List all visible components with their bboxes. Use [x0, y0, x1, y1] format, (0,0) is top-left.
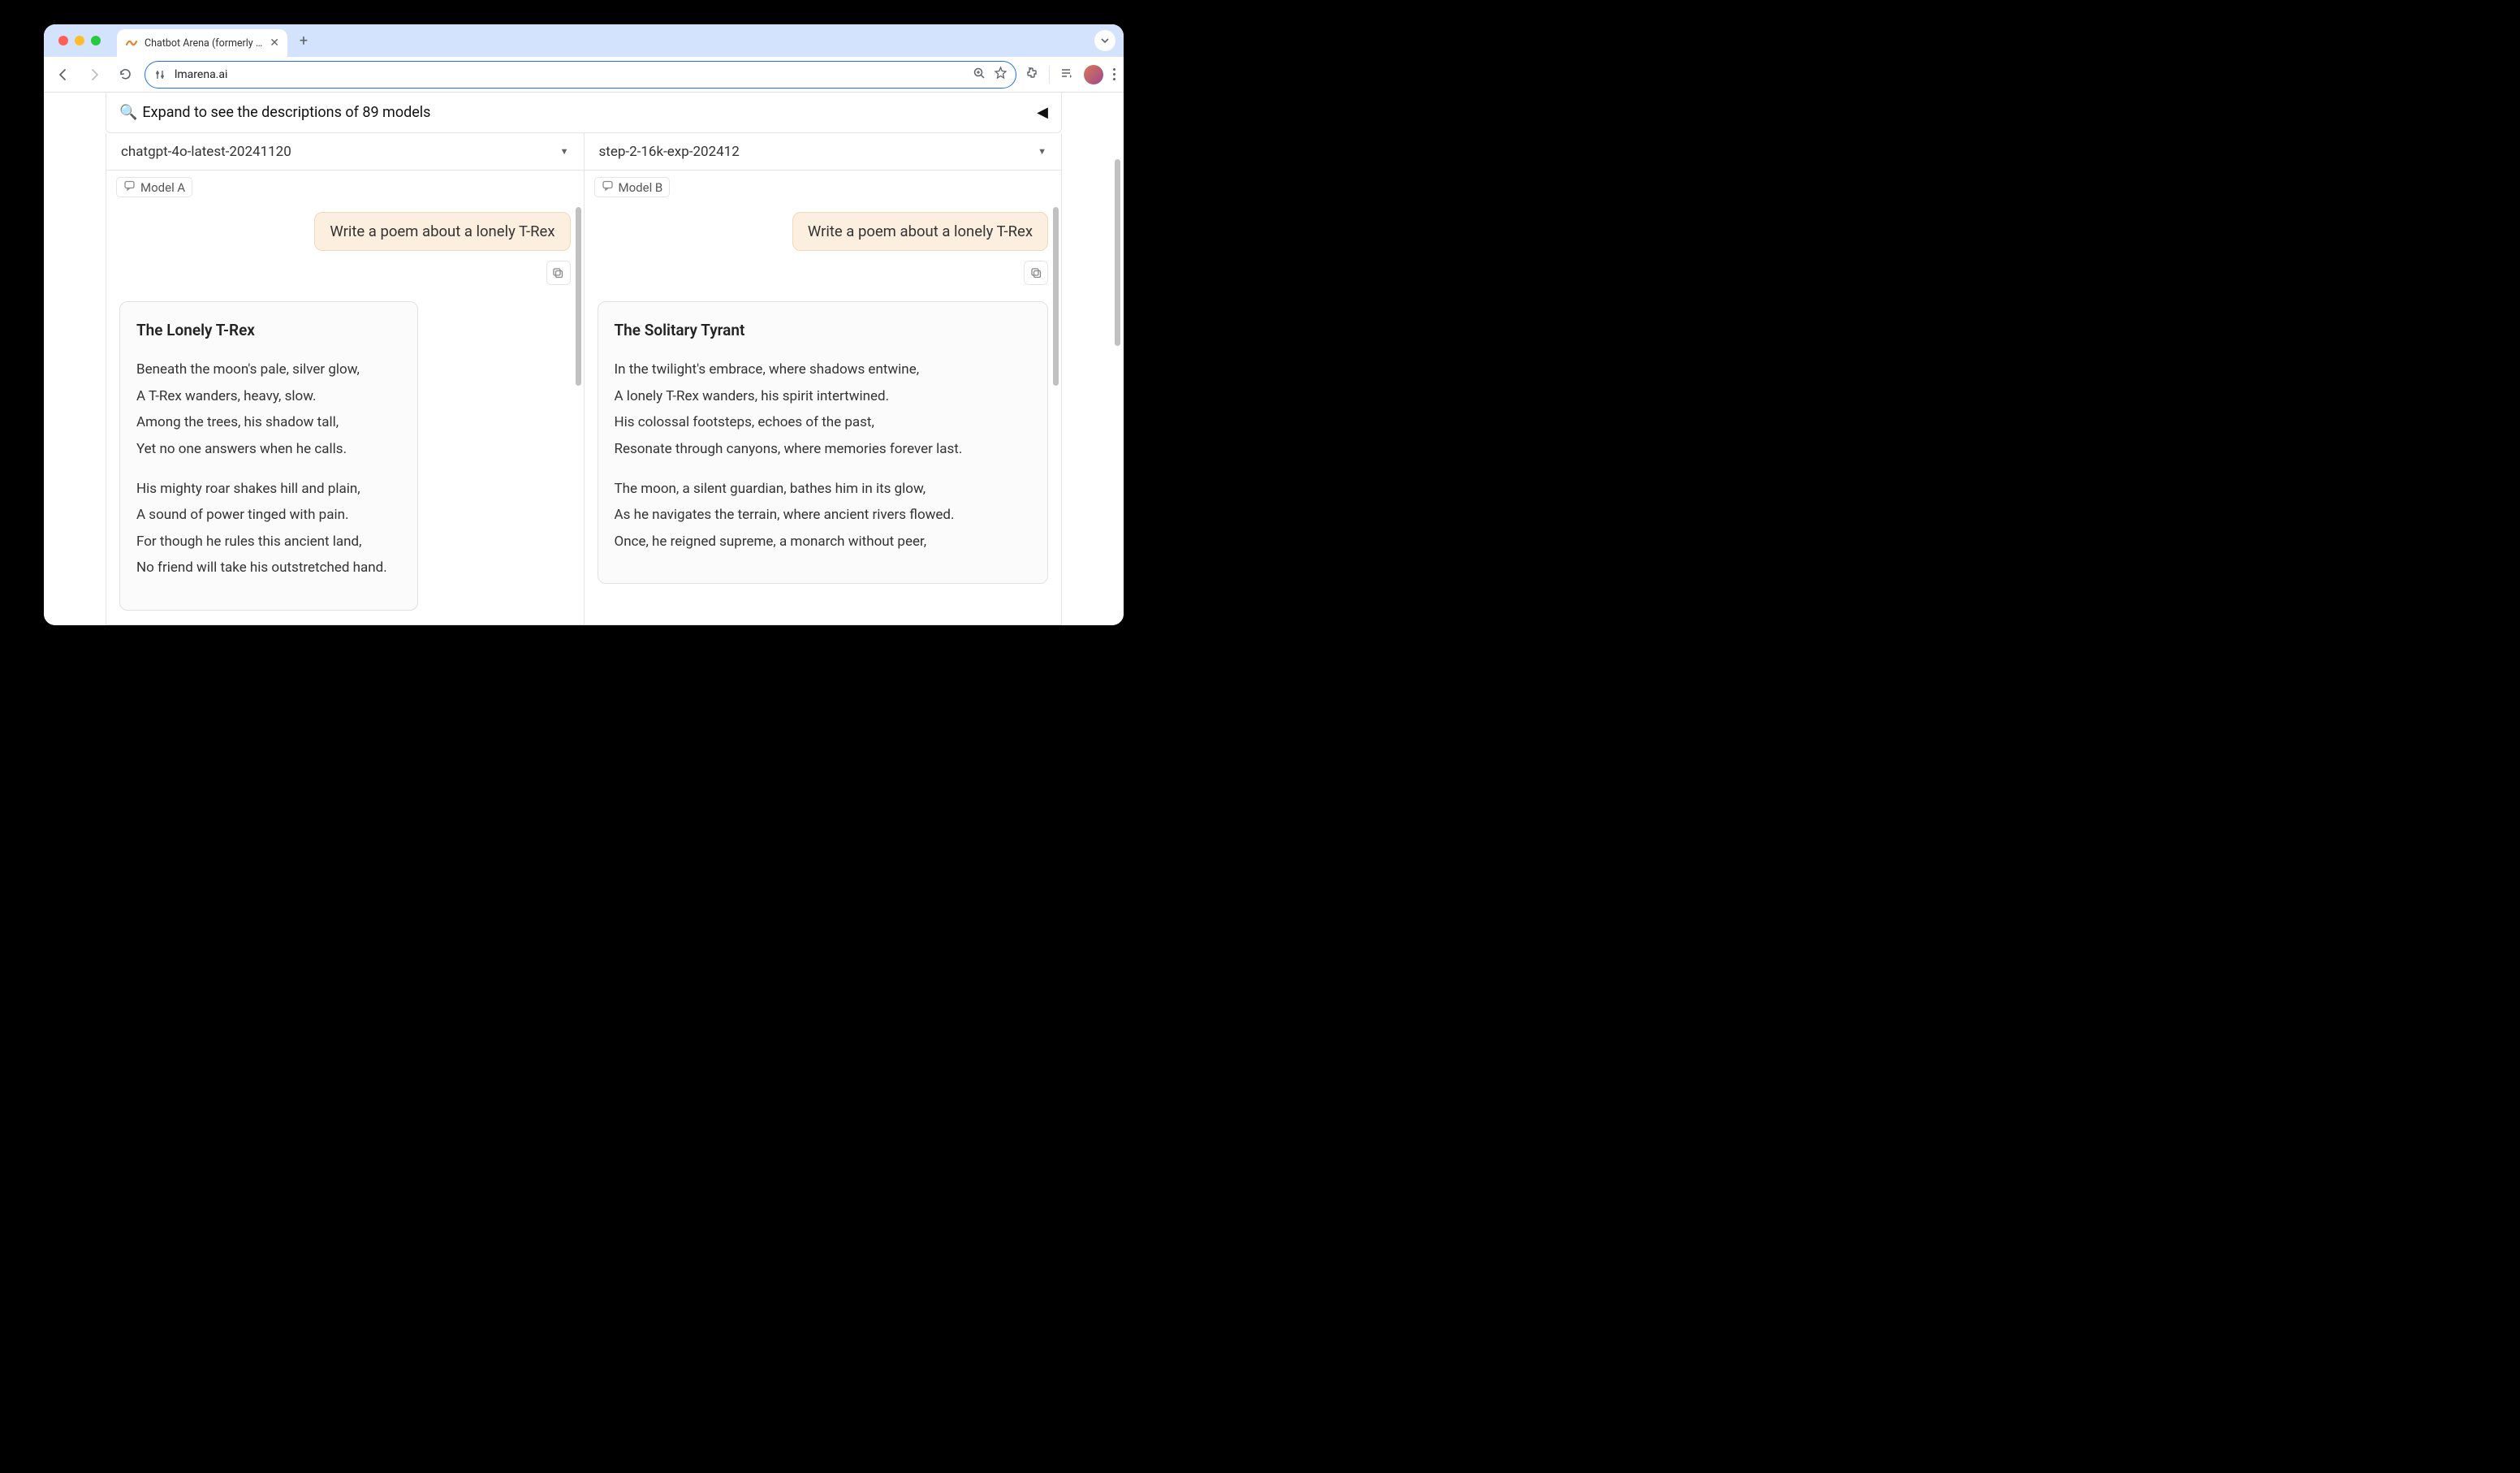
poem-line: A sound of power tinged with pain.	[136, 503, 401, 528]
address-bar[interactable]: lmarena.ai	[145, 61, 1016, 89]
poem-line: As he navigates the terrain, where ancie…	[615, 503, 1032, 528]
back-button[interactable]	[52, 63, 75, 86]
maximize-window-button[interactable]	[91, 36, 101, 45]
comparison-panels: Model A Write a poem about a lonely T-Re…	[106, 171, 1062, 625]
poem-line: The moon, a silent guardian, bathes him …	[615, 477, 1032, 502]
url-text: lmarena.ai	[175, 68, 966, 81]
profile-avatar[interactable]	[1084, 65, 1103, 84]
response-card-b: The Solitary Tyrant In the twilight's em…	[598, 301, 1049, 584]
chat-icon	[602, 179, 614, 195]
forward-button[interactable]	[83, 63, 106, 86]
poem-line: A lonely T-Rex wanders, his spirit inter…	[615, 384, 1032, 409]
response-card-a: The Lonely T-Rex Beneath the moon's pale…	[119, 301, 418, 611]
response-title-a: The Lonely T-Rex	[136, 317, 401, 344]
panel-model-a: Model A Write a poem about a lonely T-Re…	[106, 171, 584, 625]
toolbar-right	[1025, 65, 1115, 84]
panel-a-scrollbar[interactable]	[576, 207, 581, 386]
expand-models-text: Expand to see the descriptions of 89 mod…	[142, 104, 430, 121]
panel-model-b: Model B Write a poem about a lonely T-Re…	[584, 171, 1063, 625]
stanza: His mighty roar shakes hill and plain,A …	[136, 477, 401, 581]
poem-line: Among the trees, his shadow tall,	[136, 410, 401, 435]
poem-line: His mighty roar shakes hill and plain,	[136, 477, 401, 502]
new-tab-button[interactable]: +	[292, 29, 315, 52]
response-title-b: The Solitary Tyrant	[615, 317, 1032, 344]
extensions-icon[interactable]	[1025, 66, 1039, 84]
browser-toolbar: lmarena.ai	[44, 57, 1124, 93]
user-prompt-a: Write a poem about a lonely T-Rex	[314, 212, 570, 251]
model-a-selector[interactable]: chatgpt-4o-latest-20241120 ▼	[106, 133, 584, 171]
chevron-down-icon: ▼	[560, 146, 569, 157]
stanza: Beneath the moon's pale, silver glow,A T…	[136, 357, 401, 461]
model-b-label: Model B	[619, 180, 663, 195]
magnifier-icon: 🔍	[119, 104, 137, 121]
page-scrollbar[interactable]	[1115, 159, 1120, 346]
poem-line: Once, he reigned supreme, a monarch with…	[615, 529, 1032, 555]
page-content: 🔍 Expand to see the descriptions of 89 m…	[44, 93, 1124, 625]
reading-list-icon[interactable]	[1059, 66, 1074, 84]
stanza: The moon, a silent guardian, bathes him …	[615, 477, 1032, 555]
poem-line: Beneath the moon's pale, silver glow,	[136, 357, 401, 382]
browser-tab[interactable]: Chatbot Arena (formerly LMS ✕	[117, 29, 287, 57]
poem-line: In the twilight's embrace, where shadows…	[615, 357, 1032, 382]
close-window-button[interactable]	[58, 36, 68, 45]
model-b-label-chip: Model B	[594, 177, 671, 197]
model-a-selector-value: chatgpt-4o-latest-20241120	[121, 144, 291, 160]
toolbar-divider	[1049, 66, 1050, 84]
poem-line: Resonate through canyons, where memories…	[615, 437, 1032, 462]
zoom-icon[interactable]	[973, 67, 986, 83]
user-prompt-b: Write a poem about a lonely T-Rex	[792, 212, 1048, 251]
copy-button-a[interactable]	[546, 261, 571, 285]
browser-menu-button[interactable]	[1113, 68, 1115, 80]
panel-b-scrollbar[interactable]	[1053, 207, 1059, 386]
site-settings-icon[interactable]	[153, 67, 168, 82]
bookmark-star-icon[interactable]	[994, 66, 1008, 83]
window-controls	[50, 36, 101, 45]
model-selectors: chatgpt-4o-latest-20241120 ▼ step-2-16k-…	[106, 133, 1062, 171]
model-b-selector-value: step-2-16k-exp-202412	[599, 144, 740, 160]
model-a-label-chip: Model A	[116, 177, 192, 197]
poem-line: For though he rules this ancient land,	[136, 529, 401, 555]
model-a-label: Model A	[140, 180, 185, 195]
tab-strip: Chatbot Arena (formerly LMS ✕ +	[44, 24, 1124, 57]
chat-icon	[123, 179, 136, 195]
tab-close-icon[interactable]: ✕	[270, 37, 279, 50]
browser-window: Chatbot Arena (formerly LMS ✕ + lmarena.…	[44, 24, 1124, 625]
poem-line: A T-Rex wanders, heavy, slow.	[136, 384, 401, 409]
expand-models-bar[interactable]: 🔍 Expand to see the descriptions of 89 m…	[106, 93, 1062, 133]
stanza: In the twilight's embrace, where shadows…	[615, 357, 1032, 461]
copy-button-b[interactable]	[1024, 261, 1048, 285]
collapse-triangle-icon: ◀	[1037, 104, 1048, 121]
tab-favicon-icon	[125, 37, 138, 50]
tab-title: Chatbot Arena (formerly LMS	[145, 37, 263, 50]
poem-line: His colossal footsteps, echoes of the pa…	[615, 410, 1032, 435]
chevron-down-icon: ▼	[1038, 146, 1046, 157]
minimize-window-button[interactable]	[75, 36, 84, 45]
model-b-selector[interactable]: step-2-16k-exp-202412 ▼	[584, 133, 1063, 171]
reload-button[interactable]	[114, 63, 136, 86]
poem-line: No friend will take his outstretched han…	[136, 555, 401, 581]
poem-line: Yet no one answers when he calls.	[136, 437, 401, 462]
tab-list-button[interactable]	[1094, 30, 1115, 51]
